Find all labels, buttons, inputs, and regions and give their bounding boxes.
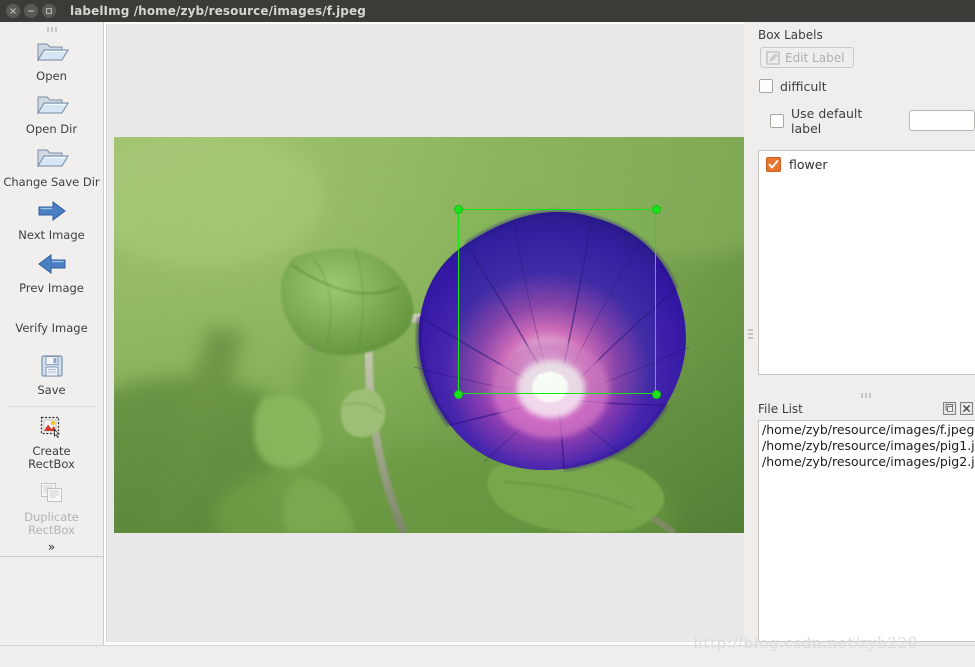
box-labels-title: Box Labels	[758, 28, 823, 42]
annotated-image[interactable]	[114, 137, 747, 533]
file-list-title: File List	[758, 402, 803, 416]
bbox-handle-bottom-left[interactable]	[454, 390, 463, 399]
toolbar-item-create-rectbox[interactable]: Create RectBox	[0, 409, 103, 475]
canvas-dock-splitter[interactable]	[744, 22, 756, 645]
use-default-label-text: Use default label	[791, 105, 863, 136]
docks-splitter[interactable]	[756, 390, 975, 400]
toolbar-bottom-divider	[0, 556, 103, 557]
toolbar-item-label: Create RectBox	[28, 444, 75, 471]
maximize-icon	[46, 8, 52, 14]
open-folder-icon	[35, 90, 69, 120]
toolbar-item-label: Next Image	[18, 228, 85, 242]
labelimg-window: labelImg /home/zyb/resource/images/f.jpe…	[0, 0, 975, 667]
maximize-window-button[interactable]	[42, 4, 56, 18]
toolbar-item-save[interactable]: Save	[0, 339, 103, 401]
minimize-window-button[interactable]	[24, 4, 38, 18]
use-default-label-checkbox[interactable]	[770, 113, 784, 128]
toolbar-item-label: Open Dir	[25, 122, 78, 136]
duplicate-rectbox-icon	[39, 478, 65, 508]
window-title: labelImg /home/zyb/resource/images/f.jpe…	[70, 4, 366, 18]
list-item-label: flower	[789, 157, 828, 172]
toolbar-item-prev-image[interactable]: Prev Image	[0, 246, 103, 299]
list-item[interactable]: /home/zyb/resource/images/f.jpeg	[759, 422, 975, 438]
canvas-area[interactable]	[104, 22, 748, 645]
status-bar	[0, 645, 975, 667]
list-item[interactable]: /home/zyb/resource/images/pig1.jpeg	[759, 438, 975, 454]
splitter-grip	[747, 328, 753, 340]
toolbar-overflow-button[interactable]: »	[0, 541, 103, 553]
difficult-checkbox-row[interactable]: difficult	[756, 79, 975, 94]
bbox-handle-top-right[interactable]	[652, 205, 661, 214]
toolbar-separator	[8, 406, 95, 407]
edit-label-button-text: Edit Label	[785, 50, 845, 65]
bounding-box-flower[interactable]	[458, 209, 656, 394]
toolbar-item-label: Save	[37, 383, 66, 397]
arrow-right-icon	[37, 196, 67, 226]
box-labels-list[interactable]: flower	[758, 150, 975, 375]
left-toolbar: Open Open Dir Change Save Dir Next Image…	[0, 22, 104, 645]
toolbar-drag-handle[interactable]	[0, 22, 103, 34]
file-list-header: File List	[756, 400, 975, 418]
difficult-checkbox[interactable]	[759, 79, 773, 93]
float-dock-icon[interactable]	[943, 400, 956, 419]
toolbar-item-open[interactable]: Open	[0, 34, 103, 87]
difficult-label: difficult	[780, 78, 827, 94]
use-default-label-row: Use default label	[756, 106, 975, 136]
toolbar-item-label: Open	[36, 69, 67, 83]
edit-label-row: Edit Label	[756, 42, 975, 69]
arrow-left-icon	[37, 249, 67, 279]
toolbar-item-next-image[interactable]: Next Image	[0, 193, 103, 246]
window-controls	[0, 4, 56, 18]
toolbar-item-open-dir[interactable]: Open Dir	[0, 87, 103, 140]
file-list-widget[interactable]: /home/zyb/resource/images/f.jpeg /home/z…	[758, 420, 975, 642]
toolbar-item-duplicate-rectbox: Duplicate RectBox	[0, 475, 103, 541]
toolbar-item-verify-image[interactable]: Verify Image	[0, 299, 103, 339]
default-label-input[interactable]	[909, 110, 975, 131]
close-dock-icon[interactable]	[960, 400, 973, 419]
title-bar: labelImg /home/zyb/resource/images/f.jpe…	[0, 0, 975, 22]
edit-label-button[interactable]: Edit Label	[760, 47, 855, 68]
box-labels-dock: Box Labels Edit Label difficult Use defa…	[756, 22, 975, 390]
close-icon	[10, 8, 16, 14]
label-checkbox-checked[interactable]	[766, 157, 781, 172]
open-folder-icon	[35, 143, 69, 173]
file-list-dock-buttons	[943, 400, 975, 419]
checkmark-icon	[768, 160, 779, 169]
minimize-icon	[28, 10, 34, 12]
create-rectbox-icon	[39, 412, 65, 442]
bbox-handle-top-left[interactable]	[454, 205, 463, 214]
toolbar-item-label: Prev Image	[19, 281, 84, 295]
open-folder-icon	[35, 37, 69, 67]
list-item[interactable]: /home/zyb/resource/images/pig2.jpg	[759, 454, 975, 470]
toolbar-item-label: Verify Image	[15, 321, 88, 335]
toolbar-item-label: Change Save Dir	[3, 175, 100, 189]
file-list-dock: File List /home/zyb/resource/images/f.jp…	[756, 400, 975, 645]
toolbar-item-label: Duplicate RectBox	[24, 510, 79, 537]
floppy-save-icon	[39, 351, 65, 381]
canvas-scroll-area[interactable]	[106, 24, 747, 642]
toolbar-item-change-save-dir[interactable]: Change Save Dir	[0, 140, 103, 193]
list-item[interactable]: flower	[759, 151, 975, 172]
close-window-button[interactable]	[6, 4, 20, 18]
edit-pencil-icon	[766, 50, 780, 65]
bbox-handle-bottom-right[interactable]	[652, 390, 661, 399]
